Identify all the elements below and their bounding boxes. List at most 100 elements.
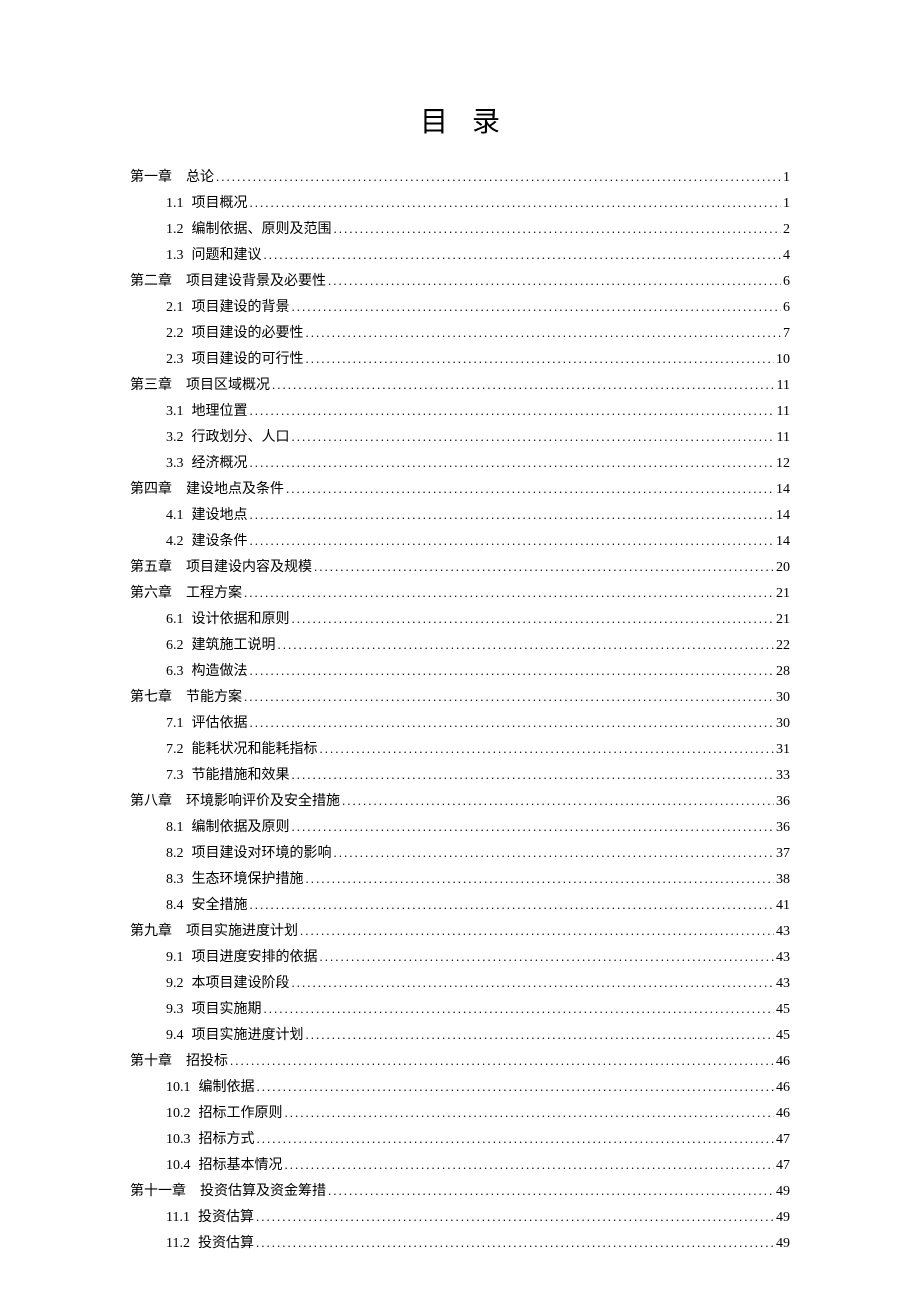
- toc-entry-number: 6.1: [166, 613, 184, 627]
- toc-dots: [250, 716, 775, 729]
- toc-entry-page: 45: [776, 1003, 790, 1017]
- toc-entry-text: 项目概况: [192, 197, 248, 211]
- toc-entry-text: 项目建设对环境的影响: [192, 847, 332, 861]
- toc-entry-page: 22: [776, 639, 790, 653]
- toc-dots: [244, 586, 774, 599]
- toc-entry: 8.1编制依据及原则 36: [130, 820, 790, 835]
- toc-dots: [216, 170, 781, 183]
- toc-entry: 6.1 设计依据和原则 21: [130, 612, 790, 627]
- toc-entry-page: 49: [776, 1211, 790, 1225]
- toc-dots: [257, 1132, 775, 1145]
- toc-entry-label: 2.1项目建设的背景: [166, 301, 290, 315]
- toc-entry-number: 10.1: [166, 1081, 191, 1095]
- toc-entry-page: 43: [776, 951, 790, 965]
- toc-entry-text: 编制依据: [199, 1081, 255, 1095]
- toc-entry-text: 经济概况: [192, 457, 248, 471]
- toc-dots: [250, 196, 782, 209]
- toc-entry: 9.4项目实施进度计划45: [130, 1028, 790, 1043]
- toc-entry-text: 项目建设背景及必要性: [186, 275, 326, 289]
- toc-entry: 2.1项目建设的背景6: [130, 300, 790, 315]
- toc-entry: 7.1评估依据 30: [130, 716, 790, 731]
- toc-dots: [244, 690, 774, 703]
- toc-entry-page: 14: [776, 535, 790, 549]
- toc-entry: 第十一章投资估算及资金筹措49: [130, 1184, 790, 1199]
- toc-entry: 第三章项目区域概况 11: [130, 378, 790, 393]
- toc-entry-page: 11: [777, 379, 790, 393]
- toc-entry-text: 能耗状况和能耗指标: [192, 743, 318, 757]
- toc-entry-number: 第八章: [130, 795, 172, 809]
- toc-entry: 11.1投资估算49: [130, 1210, 790, 1225]
- toc-entry: 6.2建筑施工说明22: [130, 638, 790, 653]
- toc-entry-number: 6.3: [166, 665, 184, 679]
- toc-entry-label: 第十一章投资估算及资金筹措: [130, 1185, 326, 1199]
- toc-dots: [264, 1002, 775, 1015]
- toc-entry-number: 2.1: [166, 301, 184, 315]
- toc-entry: 2.3项目建设的可行性10: [130, 352, 790, 367]
- toc-dots: [292, 300, 782, 313]
- toc-entry-number: 第二章: [130, 275, 172, 289]
- toc-entry: 4.2建设条件14: [130, 534, 790, 549]
- toc-entry: 第五章项目建设内容及规模20: [130, 560, 790, 575]
- toc-entry-page: 30: [776, 717, 790, 731]
- toc-entry-page: 21: [776, 613, 790, 627]
- toc-entry: 9.1项目进度安排的依据43: [130, 950, 790, 965]
- toc-entry: 4.1建设地点14: [130, 508, 790, 523]
- toc-entry-text: 总论: [186, 171, 214, 185]
- toc-entry-text: 招投标: [186, 1055, 228, 1069]
- toc-entry: 第六章工程方案 21: [130, 586, 790, 601]
- toc-dots: [250, 456, 775, 469]
- toc-entry-page: 46: [776, 1081, 790, 1095]
- toc-entry-label: 第三章项目区域概况: [130, 379, 270, 393]
- toc-entry-text: 建筑施工说明: [192, 639, 276, 653]
- toc-entry: 10.4招标基本情况47: [130, 1158, 790, 1173]
- toc-entry: 第一章总论1: [130, 170, 790, 185]
- toc-dots: [250, 898, 775, 911]
- toc-entry-page: 1: [783, 197, 790, 211]
- toc-entry-number: 3.1: [166, 405, 184, 419]
- toc-entry-page: 7: [783, 327, 790, 341]
- toc-entry-number: 9.3: [166, 1003, 184, 1017]
- toc-entry-page: 33: [776, 769, 790, 783]
- toc-entry: 10.3招标方式47: [130, 1132, 790, 1147]
- toc-entry-text: 招标基本情况: [199, 1159, 283, 1173]
- toc-entry-label: 7.1评估依据: [166, 717, 248, 731]
- toc-entry-page: 43: [776, 977, 790, 991]
- toc-entry-text: 地理位置: [192, 405, 248, 419]
- toc-entry-text: 项目建设的必要性: [192, 327, 304, 341]
- toc-entry-page: 49: [776, 1237, 790, 1251]
- toc-dots: [250, 404, 775, 417]
- toc-entry-number: 4.2: [166, 535, 184, 549]
- toc-entry-label: 8.1编制依据及原则: [166, 821, 290, 835]
- toc-entry-number: 1.2: [166, 223, 184, 237]
- toc-entry-label: 第六章工程方案: [130, 587, 242, 601]
- toc-dots: [320, 950, 775, 963]
- toc-entry-page: 21: [776, 587, 790, 601]
- toc-entry-label: 第九章项目实施进度计划: [130, 925, 298, 939]
- toc-dots: [256, 1236, 774, 1249]
- toc-entry: 10.2招标工作原则46: [130, 1106, 790, 1121]
- toc-entry-number: 第三章: [130, 379, 172, 393]
- toc-entry-number: 7.3: [166, 769, 184, 783]
- toc-entry: 6.3构造做法28: [130, 664, 790, 679]
- toc-entry-label: 3.2行政划分、人口: [166, 431, 290, 445]
- toc-entry: 3.2行政划分、人口 11: [130, 430, 790, 445]
- toc-entry-label: 7.3节能措施和效果: [166, 769, 290, 783]
- toc-entry-label: 7.2能耗状况和能耗指标: [166, 743, 318, 757]
- toc-entry-number: 8.4: [166, 899, 184, 913]
- toc-entry-page: 11: [777, 431, 790, 445]
- toc-entry-text: 设计依据和原则: [192, 613, 290, 627]
- toc-dots: [230, 1054, 774, 1067]
- toc-entry: 11.2投资估算49: [130, 1236, 790, 1251]
- toc-entry-number: 8.2: [166, 847, 184, 861]
- toc-entry-text: 评估依据: [192, 717, 248, 731]
- toc-title: 目录: [130, 100, 790, 140]
- toc-dots: [300, 924, 774, 937]
- toc-entry-text: 招标方式: [199, 1133, 255, 1147]
- toc-entry-page: 14: [776, 483, 790, 497]
- toc-entry-page: 36: [776, 821, 790, 835]
- toc-entry: 9.3项目实施期45: [130, 1002, 790, 1017]
- toc-entry-text: 招标工作原则: [199, 1107, 283, 1121]
- toc-entry-label: 8.4安全措施: [166, 899, 248, 913]
- toc-entry-label: 第二章项目建设背景及必要性: [130, 275, 326, 289]
- toc-entry-text: 生态环境保护措施: [192, 873, 304, 887]
